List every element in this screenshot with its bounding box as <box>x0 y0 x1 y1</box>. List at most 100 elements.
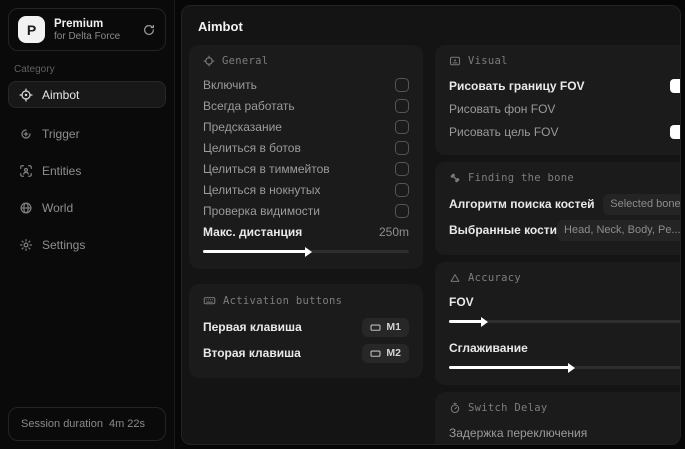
checkbox-target-teammates[interactable] <box>395 161 409 176</box>
setting-label: Вторая клавиша <box>203 346 301 360</box>
panel-title: General <box>222 55 269 67</box>
stopwatch-icon <box>449 402 461 414</box>
color-swatch[interactable] <box>669 78 680 93</box>
trigger-icon <box>19 127 33 141</box>
dropdown-value: Head, Neck, Body, Pe... <box>564 224 681 236</box>
setting-label: Включить <box>203 77 257 92</box>
sidebar-item-trigger[interactable]: Trigger <box>8 120 166 147</box>
setting-row: Включить <box>203 74 409 95</box>
checkbox-always-on[interactable] <box>395 98 409 113</box>
brand-title: Premium <box>54 17 104 30</box>
smoothing-slider[interactable] <box>449 362 680 373</box>
setting-row: Макс. дистанция 250m <box>203 221 409 242</box>
checkbox-enable[interactable] <box>395 77 409 92</box>
sidebar-item-label: World <box>42 200 74 215</box>
crosshair-icon <box>203 55 215 67</box>
dropdown-value: Selected bone <box>610 198 681 210</box>
setting-row: Целиться в тиммейтов <box>203 158 409 179</box>
setting-label: Задержка переключения <box>449 425 588 440</box>
bone-algorithm-dropdown[interactable]: Selected bone <box>603 193 681 215</box>
brand-logo: P <box>18 16 45 43</box>
setting-row: Алгоритм поиска костей Selected bone <box>449 191 681 217</box>
setting-label: Целиться в нокнутых <box>203 182 321 197</box>
setting-row: Целиться в ботов <box>203 137 409 158</box>
setting-label: Макс. дистанция <box>203 224 303 239</box>
setting-label: Сглаживание <box>449 340 528 355</box>
setting-row: Задержка переключения <box>449 421 680 444</box>
setting-row: Первая клавиша M1 <box>203 314 409 340</box>
setting-row: Всегда работать <box>203 95 409 116</box>
accuracy-panel: Accuracy FOV 60° Сглаживание 50% <box>435 262 680 385</box>
setting-label: Выбранные кости <box>449 223 558 237</box>
setting-row: Рисовать фон FOV <box>449 97 680 120</box>
eye-box-icon <box>449 55 461 67</box>
selected-bones-dropdown[interactable]: Head, Neck, Body, Pe... <box>557 219 681 241</box>
slider-value: 250m <box>378 224 409 239</box>
checkbox-prediction[interactable] <box>395 119 409 134</box>
sidebar: P Premium for Delta Force Category Aimbo… <box>0 0 175 449</box>
checkbox-target-bots[interactable] <box>395 140 409 155</box>
sidebar-item-label: Entities <box>42 163 82 178</box>
checkbox-visibility-check[interactable] <box>395 203 409 218</box>
setting-row: Выбранные кости Head, Neck, Body, Pe... <box>449 217 681 243</box>
setting-label: Всегда работать <box>203 98 295 113</box>
sidebar-item-settings[interactable]: Settings <box>8 231 166 258</box>
finding-bone-panel: Finding the bone Алгоритм поиска костей … <box>435 162 681 255</box>
setting-row: Рисовать цель FOV <box>449 120 680 143</box>
panel-title: Visual <box>468 55 508 67</box>
setting-label: Целиться в тиммейтов <box>203 161 330 176</box>
max-distance-slider[interactable] <box>203 246 409 257</box>
brand-text: Premium for Delta Force <box>54 18 133 42</box>
setting-row: FOV 60° <box>449 291 680 312</box>
color-swatch[interactable] <box>669 124 680 139</box>
page-title: Aimbot <box>198 19 243 34</box>
setting-label: Рисовать фон FOV <box>449 101 556 116</box>
general-panel: General Включить Всегда работать Предска… <box>189 45 423 269</box>
activation-buttons-panel: Activation buttons Первая клавиша M1 Вто… <box>189 284 423 378</box>
keyboard-icon <box>370 322 381 333</box>
globe-icon <box>19 201 33 215</box>
setting-row: Сглаживание 50% <box>449 337 680 358</box>
crosshair-icon <box>19 87 33 102</box>
session-value: 4m 22s <box>108 418 146 430</box>
panel-title: Switch Delay <box>468 402 548 414</box>
setting-label: Алгоритм поиска костей <box>449 197 595 211</box>
keybind-button-1[interactable]: M1 <box>362 317 409 337</box>
panel-title: Finding the bone <box>468 172 574 184</box>
triangle-icon <box>449 272 461 284</box>
scan-icon <box>19 164 33 178</box>
keybind-button-2[interactable]: M2 <box>362 343 409 363</box>
setting-label: FOV <box>449 294 474 309</box>
setting-label: Первая клавиша <box>203 320 302 334</box>
keybind-value: M1 <box>386 321 401 333</box>
setting-row: Предсказание <box>203 116 409 137</box>
refresh-icon[interactable] <box>142 23 156 37</box>
setting-label: Предсказание <box>203 119 282 134</box>
keyboard-icon <box>203 294 216 307</box>
keyboard-icon <box>370 348 381 359</box>
sidebar-item-aimbot[interactable]: Aimbot <box>8 81 166 108</box>
setting-row: Задержка переключения (мс) 1000 ms <box>449 444 681 445</box>
sidebar-item-world[interactable]: World <box>8 194 166 221</box>
checkbox-target-knocked[interactable] <box>395 182 409 197</box>
session-label: Session duration <box>21 418 103 430</box>
panel-title: Accuracy <box>468 272 521 284</box>
main-panel: Aimbot General Включить Всегда работать … <box>181 5 681 445</box>
premium-card[interactable]: P Premium for Delta Force <box>8 8 166 51</box>
sidebar-item-entities[interactable]: Entities <box>8 157 166 184</box>
fov-slider[interactable] <box>449 316 680 327</box>
session-duration: Session duration 4m 22s <box>8 407 166 441</box>
sidebar-item-label: Aimbot <box>42 87 80 102</box>
brand-subtitle: for Delta Force <box>54 30 121 42</box>
setting-label: Целиться в ботов <box>203 140 301 155</box>
category-label: Category <box>14 64 55 75</box>
panel-title: Activation buttons <box>223 294 343 307</box>
visual-panel: Visual Рисовать границу FOV Рисовать фон… <box>435 45 680 155</box>
sidebar-item-label: Settings <box>42 237 86 252</box>
sidebar-item-label: Trigger <box>42 126 80 141</box>
setting-row: Целиться в нокнутых <box>203 179 409 200</box>
keybind-value: M2 <box>386 347 401 359</box>
setting-row: Проверка видимости <box>203 200 409 221</box>
setting-row: Вторая клавиша M2 <box>203 340 409 366</box>
gear-icon <box>19 238 33 252</box>
